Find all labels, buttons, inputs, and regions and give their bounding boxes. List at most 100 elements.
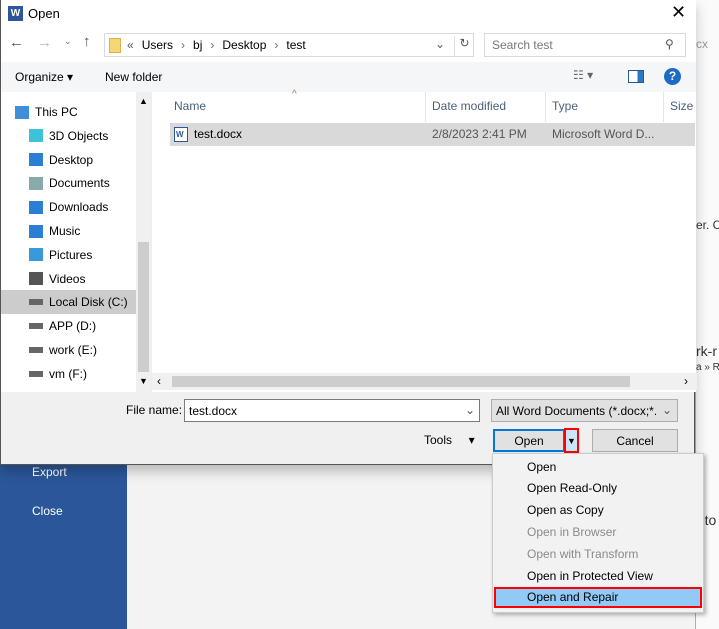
nav-item[interactable]: Videos: [1, 267, 136, 291]
folder-icon: [109, 38, 121, 53]
breadcrumb-bj[interactable]: bj: [193, 38, 202, 52]
menu-item[interactable]: Open Read-Only: [494, 478, 702, 499]
nav-item[interactable]: Pictures: [1, 243, 136, 267]
scroll-left-icon[interactable]: ‹: [157, 374, 161, 388]
nav-item-label: This PC: [35, 105, 78, 119]
music-icon: [29, 224, 43, 238]
nav-item-label: Music: [49, 224, 81, 238]
file-type-select[interactable]: All Word Documents (*.docx;*.c ⌄: [491, 399, 678, 422]
new-folder-button[interactable]: New folder: [105, 70, 162, 84]
scroll-down-icon[interactable]: ▼: [139, 376, 148, 386]
forward-icon[interactable]: →: [37, 34, 52, 51]
nav-scroll-thumb[interactable]: [138, 242, 149, 372]
documents-icon: [29, 176, 43, 190]
column-date-modified[interactable]: Date modified: [432, 99, 506, 113]
menu-item[interactable]: Open and Repair: [494, 586, 702, 608]
drive-icon: [29, 323, 43, 330]
menu-item[interactable]: Open in Protected View: [494, 565, 702, 586]
recent-chevron-icon[interactable]: ⌄: [64, 36, 72, 47]
nav-item[interactable]: vm (F:): [1, 362, 136, 386]
sort-ascending-icon: ^: [292, 89, 297, 100]
breadcrumb-users[interactable]: Users: [142, 38, 173, 52]
organize-button[interactable]: Organize ▾: [15, 70, 73, 84]
nav-item[interactable]: Local Disk (C:): [1, 290, 136, 315]
nav-item-label: Local Disk (C:): [49, 295, 128, 310]
nav-item[interactable]: work (E:): [1, 338, 136, 362]
backstage-close[interactable]: Close: [32, 504, 63, 518]
search-icon: ⚲: [665, 37, 674, 51]
cancel-button[interactable]: Cancel: [592, 429, 678, 452]
bg-text: cx: [696, 37, 708, 51]
organize-label: Organize: [15, 70, 64, 84]
menu-item[interactable]: Open: [494, 456, 702, 477]
nav-item-label: work (E:): [49, 343, 97, 357]
bg-text: a » R: [696, 362, 719, 373]
tools-button[interactable]: Tools ▾: [424, 433, 475, 447]
nav-item-label: 3D Objects: [49, 128, 109, 143]
tools-label: Tools: [424, 433, 453, 447]
open-dialog: W Open ✕ ← → ⌄ ↑ « Users › bj › Desktop › t…: [0, 0, 697, 465]
bg-text: er. Cl: [696, 218, 719, 232]
close-icon[interactable]: ✕: [671, 2, 686, 23]
title-bar: W Open ✕: [1, 0, 696, 28]
nav-item[interactable]: 3D Objects: [1, 124, 136, 148]
search-input[interactable]: Search test ⚲: [484, 33, 686, 57]
cube-icon: [29, 129, 43, 143]
nav-item-label: Videos: [49, 271, 86, 286]
help-icon[interactable]: ?: [664, 68, 681, 85]
file-type: Microsoft Word D...: [552, 127, 655, 141]
scroll-right-icon[interactable]: ›: [684, 374, 688, 388]
menu-item[interactable]: Open in Browser: [494, 521, 702, 542]
dialog-title: Open: [28, 6, 60, 21]
nav-item[interactable]: Music: [1, 219, 136, 243]
download-icon: [29, 200, 43, 214]
open-button[interactable]: Open: [493, 429, 565, 452]
column-size[interactable]: Size: [670, 99, 693, 113]
file-list: ^ Name Date modified Type Size W test.do…: [151, 89, 697, 392]
refresh-icon[interactable]: ↻: [454, 36, 474, 56]
breadcrumb-desktop[interactable]: Desktop: [222, 38, 266, 52]
menu-item[interactable]: Open with Transform: [494, 543, 702, 564]
file-name: test.docx: [194, 127, 243, 141]
column-name[interactable]: Name: [174, 99, 206, 113]
breadcrumb-overflow[interactable]: «: [127, 38, 134, 52]
word-document-icon: W: [174, 127, 188, 142]
file-row[interactable]: W test.docx 2/8/2023 2:41 PM Microsoft W…: [170, 123, 695, 146]
computer-icon: [15, 105, 29, 119]
nav-item[interactable]: APP (D:): [1, 314, 136, 338]
address-bar[interactable]: « Users › bj › Desktop › test ⌄ ↻: [104, 33, 474, 57]
nav-item-label: APP (D:): [49, 319, 97, 334]
backstage-export[interactable]: Export: [32, 465, 67, 479]
file-name-input[interactable]: test.docx ⌄: [184, 399, 480, 422]
nav-item[interactable]: This PC: [1, 100, 136, 124]
h-scroll-thumb[interactable]: [172, 376, 630, 387]
horizontal-scrollbar[interactable]: ‹ ›: [152, 373, 697, 390]
nav-scrollbar[interactable]: ▲ ▼: [136, 92, 151, 392]
up-icon[interactable]: ↑: [83, 33, 91, 50]
file-name-value: test.docx: [189, 404, 238, 418]
nav-item[interactable]: Documents: [1, 171, 136, 195]
nav-item[interactable]: Downloads: [1, 195, 136, 219]
view-options-icon[interactable]: ☷ ▾: [573, 68, 593, 82]
bg-text: rk-r: [696, 343, 717, 359]
videos-icon: [29, 272, 43, 286]
preview-pane-icon[interactable]: [628, 70, 644, 83]
breadcrumb-test[interactable]: test: [286, 38, 305, 52]
backstage-menu: Export Close: [0, 462, 127, 629]
nav-item-label: Pictures: [49, 247, 93, 262]
open-dropdown-button[interactable]: ▼: [564, 428, 579, 453]
nav-item[interactable]: Desktop: [1, 148, 136, 172]
nav-item-label: Desktop: [49, 152, 94, 167]
toolbar: Organize ▾ New folder ☷ ▾ ?: [1, 62, 696, 92]
navigation-pane: This PC 3D Objects Desktop Documents Downloa…: [1, 92, 151, 392]
search-placeholder: Search test: [492, 38, 553, 52]
nav-item-label: vm (F:): [49, 366, 87, 381]
menu-item[interactable]: Open as Copy: [494, 500, 702, 521]
address-dropdown-icon[interactable]: ⌄: [435, 37, 445, 51]
scroll-up-icon[interactable]: ▲: [139, 96, 148, 106]
column-type[interactable]: Type: [552, 99, 578, 113]
nav-item-label: Downloads: [49, 200, 109, 215]
back-icon[interactable]: ←: [9, 34, 24, 51]
drive-icon: [29, 299, 43, 306]
file-name-dropdown-icon[interactable]: ⌄: [465, 403, 475, 417]
